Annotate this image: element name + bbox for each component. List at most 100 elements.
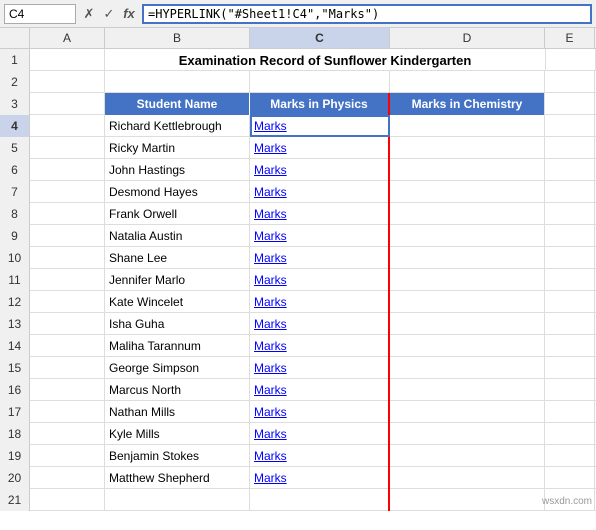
cell-e15[interactable] bbox=[545, 357, 595, 379]
cell-a21[interactable] bbox=[30, 489, 105, 511]
cell-d7[interactable] bbox=[390, 181, 545, 203]
hyperlink-physics-9[interactable]: Marks bbox=[254, 229, 287, 243]
cell-c19[interactable]: Marks bbox=[250, 445, 390, 467]
cell-d21[interactable] bbox=[390, 489, 545, 511]
cell-c10[interactable]: Marks bbox=[250, 247, 390, 269]
cell-e16[interactable] bbox=[545, 379, 595, 401]
cell-c4[interactable]: Marks bbox=[250, 115, 390, 137]
cell-b10[interactable]: Shane Lee bbox=[105, 247, 250, 269]
cell-d5[interactable] bbox=[390, 137, 545, 159]
cell-c15[interactable]: Marks bbox=[250, 357, 390, 379]
cell-e13[interactable] bbox=[545, 313, 595, 335]
cell-b8[interactable]: Frank Orwell bbox=[105, 203, 250, 225]
hyperlink-physics-12[interactable]: Marks bbox=[254, 295, 287, 309]
cell-a6[interactable] bbox=[30, 159, 105, 181]
hyperlink-physics-20[interactable]: Marks bbox=[254, 471, 287, 485]
cancel-icon[interactable]: ✗ bbox=[80, 5, 98, 23]
cell-c21[interactable] bbox=[250, 489, 390, 511]
cell-d4[interactable] bbox=[390, 115, 545, 137]
cell-d19[interactable] bbox=[390, 445, 545, 467]
cell-b21[interactable] bbox=[105, 489, 250, 511]
cell-d6[interactable] bbox=[390, 159, 545, 181]
cell-a13[interactable] bbox=[30, 313, 105, 335]
hyperlink-physics-19[interactable]: Marks bbox=[254, 449, 287, 463]
hyperlink-physics-18[interactable]: Marks bbox=[254, 427, 287, 441]
cell-e10[interactable] bbox=[545, 247, 595, 269]
cell-b2[interactable] bbox=[105, 71, 250, 93]
cell-d9[interactable] bbox=[390, 225, 545, 247]
cell-d12[interactable] bbox=[390, 291, 545, 313]
cell-e6[interactable] bbox=[545, 159, 595, 181]
col-header-b[interactable]: B bbox=[105, 28, 250, 48]
cell-a3[interactable] bbox=[30, 93, 105, 115]
hyperlink-physics-11[interactable]: Marks bbox=[254, 273, 287, 287]
cell-e2[interactable] bbox=[545, 71, 595, 93]
cell-b14[interactable]: Maliha Tarannum bbox=[105, 335, 250, 357]
hyperlink-physics-4[interactable]: Marks bbox=[254, 119, 287, 133]
cell-b5[interactable]: Ricky Martin bbox=[105, 137, 250, 159]
cell-d10[interactable] bbox=[390, 247, 545, 269]
cell-e19[interactable] bbox=[545, 445, 595, 467]
cell-a1[interactable] bbox=[30, 49, 105, 71]
cell-b4[interactable]: Richard Kettlebrough bbox=[105, 115, 250, 137]
hyperlink-physics-15[interactable]: Marks bbox=[254, 361, 287, 375]
col-header-d[interactable]: D bbox=[390, 28, 545, 48]
cell-c5[interactable]: Marks bbox=[250, 137, 390, 159]
cell-c11[interactable]: Marks bbox=[250, 269, 390, 291]
cell-a12[interactable] bbox=[30, 291, 105, 313]
hyperlink-physics-6[interactable]: Marks bbox=[254, 163, 287, 177]
cell-a10[interactable] bbox=[30, 247, 105, 269]
cell-c14[interactable]: Marks bbox=[250, 335, 390, 357]
cell-a17[interactable] bbox=[30, 401, 105, 423]
cell-c20[interactable]: Marks bbox=[250, 467, 390, 489]
cell-c8[interactable]: Marks bbox=[250, 203, 390, 225]
cell-c7[interactable]: Marks bbox=[250, 181, 390, 203]
cell-c18[interactable]: Marks bbox=[250, 423, 390, 445]
cell-c9[interactable]: Marks bbox=[250, 225, 390, 247]
cell-d13[interactable] bbox=[390, 313, 545, 335]
cell-e18[interactable] bbox=[545, 423, 595, 445]
cell-b20[interactable]: Matthew Shepherd bbox=[105, 467, 250, 489]
cell-e14[interactable] bbox=[545, 335, 595, 357]
hyperlink-physics-16[interactable]: Marks bbox=[254, 383, 287, 397]
cell-d11[interactable] bbox=[390, 269, 545, 291]
hyperlink-physics-14[interactable]: Marks bbox=[254, 339, 287, 353]
cell-b13[interactable]: Isha Guha bbox=[105, 313, 250, 335]
cell-a4[interactable] bbox=[30, 115, 105, 137]
cell-a14[interactable] bbox=[30, 335, 105, 357]
cell-d16[interactable] bbox=[390, 379, 545, 401]
cell-a11[interactable] bbox=[30, 269, 105, 291]
cell-c2[interactable] bbox=[250, 71, 390, 93]
cell-e7[interactable] bbox=[545, 181, 595, 203]
cell-e20[interactable] bbox=[545, 467, 595, 489]
cell-a2[interactable] bbox=[30, 71, 105, 93]
cell-b17[interactable]: Nathan Mills bbox=[105, 401, 250, 423]
cell-e9[interactable] bbox=[545, 225, 595, 247]
formula-input[interactable]: =HYPERLINK("#Sheet1!C4","Marks") bbox=[142, 4, 592, 24]
cell-b9[interactable]: Natalia Austin bbox=[105, 225, 250, 247]
hyperlink-physics-10[interactable]: Marks bbox=[254, 251, 287, 265]
confirm-icon[interactable]: ✓ bbox=[100, 5, 118, 23]
col-header-a[interactable]: A bbox=[30, 28, 105, 48]
fx-icon[interactable]: fx bbox=[120, 5, 138, 23]
cell-a16[interactable] bbox=[30, 379, 105, 401]
cell-e1[interactable] bbox=[546, 49, 596, 71]
cell-a7[interactable] bbox=[30, 181, 105, 203]
hyperlink-physics-5[interactable]: Marks bbox=[254, 141, 287, 155]
cell-a5[interactable] bbox=[30, 137, 105, 159]
cell-a20[interactable] bbox=[30, 467, 105, 489]
col-header-e[interactable]: E bbox=[545, 28, 595, 48]
cell-b16[interactable]: Marcus North bbox=[105, 379, 250, 401]
hyperlink-physics-13[interactable]: Marks bbox=[254, 317, 287, 331]
cell-d8[interactable] bbox=[390, 203, 545, 225]
cell-e12[interactable] bbox=[545, 291, 595, 313]
cell-e5[interactable] bbox=[545, 137, 595, 159]
cell-d2[interactable] bbox=[390, 71, 545, 93]
hyperlink-physics-17[interactable]: Marks bbox=[254, 405, 287, 419]
cell-e4[interactable] bbox=[545, 115, 595, 137]
cell-b6[interactable]: John Hastings bbox=[105, 159, 250, 181]
cell-e17[interactable] bbox=[545, 401, 595, 423]
hyperlink-physics-8[interactable]: Marks bbox=[254, 207, 287, 221]
cell-e3[interactable] bbox=[545, 93, 595, 115]
cell-e11[interactable] bbox=[545, 269, 595, 291]
